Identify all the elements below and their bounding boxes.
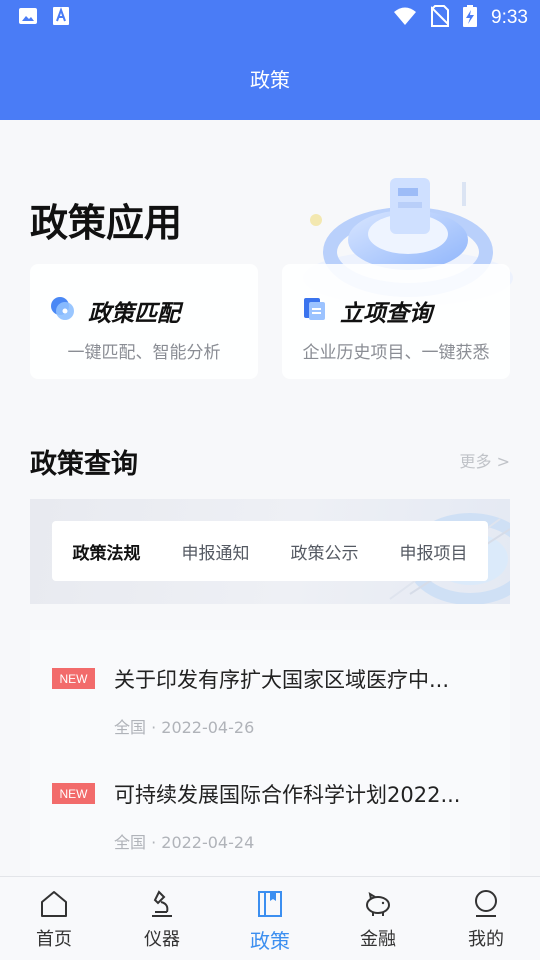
status-right: 9:33 [393, 5, 528, 31]
card-title: 立项查询 [340, 301, 432, 327]
piggy-bank-icon [366, 891, 390, 916]
news-meta: 全国 · 2022-04-26 [114, 718, 255, 737]
more-link[interactable]: 更多 > [460, 448, 511, 472]
tab-policy-announcements[interactable]: 政策公示 [270, 539, 379, 564]
bottom-tab-bar: 首页 仪器 政策 金融 我的 [0, 876, 540, 960]
app-cards: 政策匹配 一键匹配、智能分析 立项查询 企业历史项目、一键获悉 [30, 264, 510, 379]
project-query-card[interactable]: 立项查询 企业历史项目、一键获悉 [282, 264, 510, 379]
tabbar-label: 金融 [360, 929, 396, 950]
query-tabs: 政策法规 申报通知 政策公示 申报项目 [52, 521, 488, 581]
section-title-query: 政策查询 [30, 449, 138, 480]
tabbar-label: 我的 [468, 929, 504, 950]
tabbar-label: 仪器 [144, 929, 180, 950]
news-item[interactable]: NEW 可持续发展国际合作科学计划2022... 全国 · 2022-04-24 [30, 753, 510, 868]
card-head: 立项查询 [302, 294, 432, 328]
card-subtitle: 企业历史项目、一键获悉 [302, 343, 490, 363]
tabbar-label: 政策 [250, 929, 290, 953]
query-banner: 政策法规 申报通知 政策公示 申报项目 [30, 499, 510, 604]
status-left [18, 6, 70, 30]
tab-application-notices[interactable]: 申报通知 [161, 539, 270, 564]
tab-application-projects[interactable]: 申报项目 [379, 539, 488, 564]
user-icon [475, 890, 497, 917]
card-subtitle: 一键匹配、智能分析 [67, 343, 221, 363]
page-title: 政策 [250, 67, 290, 92]
microscope-icon [152, 890, 172, 917]
battery-charging-icon [463, 5, 478, 31]
nav-bar: 政策 [0, 36, 540, 120]
document-icon [302, 296, 328, 326]
card-head: 政策匹配 [50, 294, 180, 328]
book-icon [258, 891, 282, 917]
font-icon [52, 6, 70, 30]
tabbar-item-finance[interactable]: 金融 [324, 877, 432, 960]
news-title: 可持续发展国际合作科学计划2022... [114, 783, 461, 807]
status-time: 9:33 [491, 7, 528, 28]
tabbar-item-instruments[interactable]: 仪器 [108, 877, 216, 960]
main-content[interactable]: 政策应用 政策匹配 一键匹配、智能分析 立项查询 企业历史项目、一键获悉 政策查… [0, 120, 540, 876]
home-icon [41, 891, 67, 917]
tabbar-item-home[interactable]: 首页 [0, 877, 108, 960]
status-bar: 9:33 [0, 0, 540, 36]
match-icon [50, 296, 76, 326]
no-sim-icon [430, 5, 450, 31]
tabbar-item-mine[interactable]: 我的 [432, 877, 540, 960]
card-title: 政策匹配 [88, 301, 180, 327]
news-item[interactable]: NEW 关于印发有序扩大国家区域医疗中... 全国 · 2022-04-26 [30, 638, 510, 753]
news-title: 关于印发有序扩大国家区域医疗中... [114, 668, 450, 692]
news-list: NEW 关于印发有序扩大国家区域医疗中... 全国 · 2022-04-26 N… [30, 630, 510, 876]
wifi-icon [393, 6, 417, 30]
policy-match-card[interactable]: 政策匹配 一键匹配、智能分析 [30, 264, 258, 379]
tabbar-label: 首页 [36, 929, 72, 950]
new-badge: NEW [52, 668, 95, 689]
section-title-apps: 政策应用 [30, 201, 183, 245]
image-icon [18, 6, 38, 30]
tabbar-item-policy[interactable]: 政策 [216, 877, 324, 960]
new-badge: NEW [52, 783, 95, 804]
tab-policy-regulations[interactable]: 政策法规 [52, 539, 161, 564]
news-meta: 全国 · 2022-04-24 [114, 833, 255, 852]
